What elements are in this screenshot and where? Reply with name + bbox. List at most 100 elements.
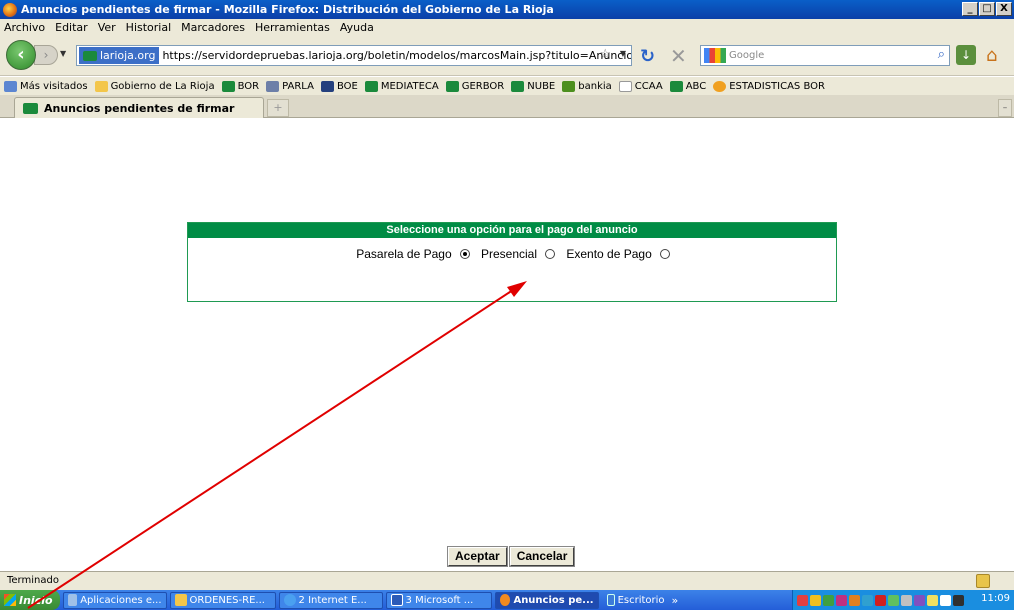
accept-button[interactable]: Aceptar xyxy=(447,546,508,567)
folder-icon xyxy=(94,80,108,92)
url-bar[interactable]: larioja.org https://servidordepruebas.la… xyxy=(76,45,632,66)
radio-pasarela[interactable] xyxy=(459,249,470,259)
close-button[interactable]: X xyxy=(996,2,1012,16)
url-dropdown-icon[interactable]: ▼ xyxy=(620,49,626,58)
bookmark-boe[interactable]: BOE xyxy=(320,80,358,92)
cancel-button[interactable]: Cancelar xyxy=(508,546,576,567)
search-icon[interactable]: ⌕ xyxy=(938,47,945,62)
bookmark-label: NUBE xyxy=(527,80,556,92)
menu-marcadores[interactable]: Marcadores xyxy=(181,21,245,34)
tray-icon[interactable] xyxy=(927,594,938,606)
taskbar-item-anuncios[interactable]: Anuncios pe... xyxy=(494,591,599,609)
option-label: Presencial xyxy=(480,247,538,261)
panel-heading: Seleccione una opción para el pago del a… xyxy=(188,223,836,238)
bookmark-label: ABC xyxy=(685,80,707,92)
google-engine-icon[interactable] xyxy=(704,48,726,63)
larioja-icon xyxy=(511,80,525,92)
tray-icon[interactable] xyxy=(836,594,847,606)
bookmark-nube[interactable]: NUBE xyxy=(511,80,556,92)
tray-icon[interactable] xyxy=(823,594,834,606)
reload-icon[interactable]: ↻ xyxy=(640,46,655,67)
search-input[interactable]: Google ⌕ xyxy=(700,45,950,66)
tray-icon[interactable] xyxy=(901,594,912,606)
option-exento: Exento de Pago xyxy=(566,247,670,261)
desktop-icon xyxy=(606,594,615,606)
site-identity-button[interactable]: larioja.org xyxy=(79,47,160,64)
speaker-icon[interactable] xyxy=(953,594,964,606)
window-title: Anuncios pendientes de firmar - Mozilla … xyxy=(21,3,554,16)
firefox-icon xyxy=(713,80,727,92)
taskbar-item-escritorio[interactable]: Escritorio xyxy=(602,592,670,609)
word-icon xyxy=(390,594,403,606)
tab-anuncios[interactable]: Anuncios pendientes de firmar xyxy=(14,97,264,118)
tab-list-button[interactable]: – xyxy=(998,99,1012,117)
bookmark-mas-visitados[interactable]: Más visitados xyxy=(4,80,88,92)
forward-button[interactable]: › xyxy=(34,45,58,65)
page-content: Seleccione una opción para el pago del a… xyxy=(0,118,1014,571)
taskbar-item-aplicaciones[interactable]: Aplicaciones e... xyxy=(62,591,167,609)
back-arrow-icon: ‹ xyxy=(17,44,25,65)
menu-archivo[interactable]: Archivo xyxy=(4,21,45,34)
taskbar-item-ordenes[interactable]: ORDENES-RE... xyxy=(169,591,276,609)
bookmark-bor[interactable]: BOR xyxy=(221,80,259,92)
bookmark-bankia[interactable]: bankia xyxy=(562,80,612,92)
window-titlebar[interactable]: Anuncios pendientes de firmar - Mozilla … xyxy=(0,0,1014,19)
stop-icon[interactable]: ✕ xyxy=(670,44,687,68)
menu-herramientas[interactable]: Herramientas xyxy=(255,21,330,34)
menu-editar[interactable]: Editar xyxy=(55,21,88,34)
start-button[interactable]: Inicio xyxy=(0,590,60,610)
taskbar-item-internet-explorer[interactable]: 2 Internet E... xyxy=(278,591,383,609)
tray-icon[interactable] xyxy=(940,594,951,606)
bookmark-mediateca[interactable]: MEDIATECA xyxy=(364,80,439,92)
start-label: Inicio xyxy=(19,593,53,607)
status-bar: Terminado xyxy=(0,571,1014,590)
downloads-icon[interactable]: ↓ xyxy=(956,45,976,65)
app-icon xyxy=(67,594,78,606)
bookmark-star-icon[interactable]: ☆ xyxy=(599,47,611,62)
bookmark-label: MEDIATECA xyxy=(380,80,439,92)
bookmark-gobierno[interactable]: Gobierno de La Rioja xyxy=(94,80,215,92)
page-icon xyxy=(618,80,632,92)
form-buttons: Aceptar Cancelar xyxy=(447,546,576,567)
parla-icon xyxy=(266,80,280,92)
radio-presencial[interactable] xyxy=(545,249,556,259)
bookmark-ccaa[interactable]: CCAA xyxy=(618,80,663,92)
bookmarks-toolbar: Más visitados Gobierno de La Rioja BOR P… xyxy=(0,77,1014,95)
task-label: Escritorio xyxy=(617,594,665,606)
taskbar-overflow-icon[interactable]: » xyxy=(672,594,679,607)
option-pasarela: Pasarela de Pago xyxy=(356,247,470,261)
home-icon[interactable]: ⌂ xyxy=(986,45,997,66)
bookmark-gerbor[interactable]: GERBOR xyxy=(445,80,504,92)
most-visited-icon xyxy=(4,80,17,92)
bookmark-label: BOE xyxy=(336,80,358,92)
tray-icon[interactable] xyxy=(862,594,873,606)
maximize-button[interactable]: □ xyxy=(979,2,995,16)
radio-exento[interactable] xyxy=(659,249,670,259)
menu-ayuda[interactable]: Ayuda xyxy=(340,21,374,34)
taskbar-item-microsoft-word[interactable]: 3 Microsoft ... xyxy=(385,591,492,609)
tray-icon[interactable] xyxy=(849,594,860,606)
bookmark-abc[interactable]: ABC xyxy=(669,80,707,92)
task-label: 3 Microsoft ... xyxy=(405,594,474,606)
tray-icon[interactable] xyxy=(810,594,821,606)
menu-historial[interactable]: Historial xyxy=(126,21,171,34)
bankia-icon xyxy=(562,80,576,92)
tab-bar: Anuncios pendientes de firmar + – xyxy=(0,95,1014,118)
menu-ver[interactable]: Ver xyxy=(98,21,116,34)
tray-icon[interactable] xyxy=(914,594,925,606)
option-presencial: Presencial xyxy=(480,247,556,261)
minimize-button[interactable]: _ xyxy=(962,2,978,16)
tray-icon[interactable] xyxy=(875,594,886,606)
history-dropdown-icon[interactable]: ▼ xyxy=(60,49,66,58)
option-label: Pasarela de Pago xyxy=(356,247,452,261)
new-tab-button[interactable]: + xyxy=(267,99,289,117)
url-text: https://servidordepruebas.larioja.org/bo… xyxy=(162,49,632,62)
tray-icon[interactable] xyxy=(797,594,808,606)
tray-icon[interactable] xyxy=(888,594,899,606)
lock-icon[interactable] xyxy=(976,574,990,588)
task-label: 2 Internet E... xyxy=(298,594,367,606)
bookmark-parla[interactable]: PARLA xyxy=(266,80,314,92)
back-button[interactable]: ‹ xyxy=(6,40,36,70)
bookmark-label: Gobierno de La Rioja xyxy=(110,80,215,92)
bookmark-estadisticas-bor[interactable]: ESTADISTICAS BOR xyxy=(713,80,825,92)
